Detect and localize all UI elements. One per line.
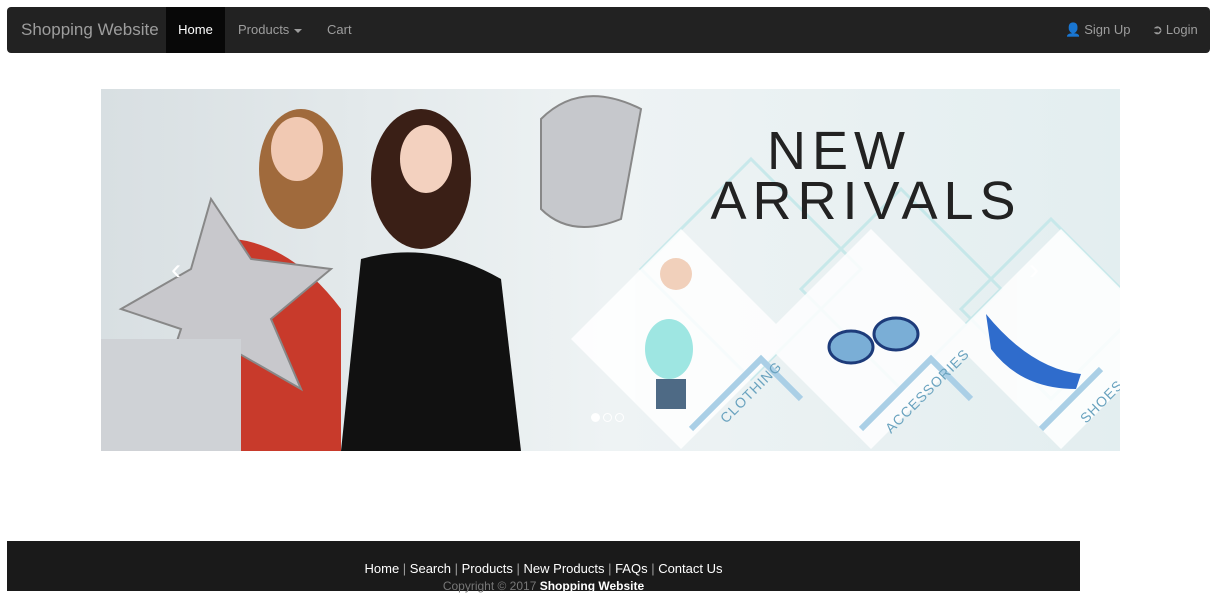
footer-link-faqs[interactable]: FAQs	[615, 561, 648, 576]
nav-signup-label: Sign Up	[1084, 22, 1131, 37]
banner-image: NEW ARRIVALS CLOTHING ACCESSORIES SHOES	[101, 89, 1120, 451]
footer-link-home[interactable]: Home	[365, 561, 400, 576]
footer-link-new-products[interactable]: New Products	[524, 561, 605, 576]
chevron-left-icon[interactable]: ‹	[171, 255, 181, 285]
carousel-indicator[interactable]	[615, 413, 624, 422]
footer: Home | Search | Products | New Products …	[7, 541, 1080, 593]
carousel-indicators	[591, 409, 627, 427]
footer-link-search[interactable]: Search	[410, 561, 451, 576]
nav-login-label: Login	[1165, 22, 1198, 37]
login-icon: ➲	[1152, 22, 1163, 37]
nav-signup[interactable]: 👤 Sign Up	[1065, 7, 1130, 53]
brand-link[interactable]: Shopping Website	[21, 7, 159, 53]
nav-products-dropdown[interactable]: Products	[238, 7, 303, 53]
footer-link-contact[interactable]: Contact Us	[658, 561, 722, 576]
nav-login[interactable]: ➲ Login	[1152, 7, 1198, 53]
carousel-indicator[interactable]	[591, 413, 600, 422]
hero-carousel: NEW ARRIVALS CLOTHING ACCESSORIES SHOES …	[101, 89, 1120, 451]
user-icon: 👤	[1065, 22, 1082, 37]
footer-link-products[interactable]: Products	[462, 561, 513, 576]
nav-cart[interactable]: Cart	[327, 7, 352, 53]
nav-products-label: Products	[238, 22, 290, 37]
navbar: Shopping Website Home Products Cart 👤 Sig…	[7, 7, 1210, 53]
headline-arrivals: ARRIVALS	[710, 171, 1021, 231]
carousel-indicator[interactable]	[603, 413, 612, 422]
caret-down-icon	[294, 28, 303, 33]
chevron-right-icon[interactable]: ›	[1029, 255, 1039, 285]
nav-home[interactable]: Home	[166, 7, 225, 53]
footer-links: Home | Search | Products | New Products …	[364, 561, 723, 576]
